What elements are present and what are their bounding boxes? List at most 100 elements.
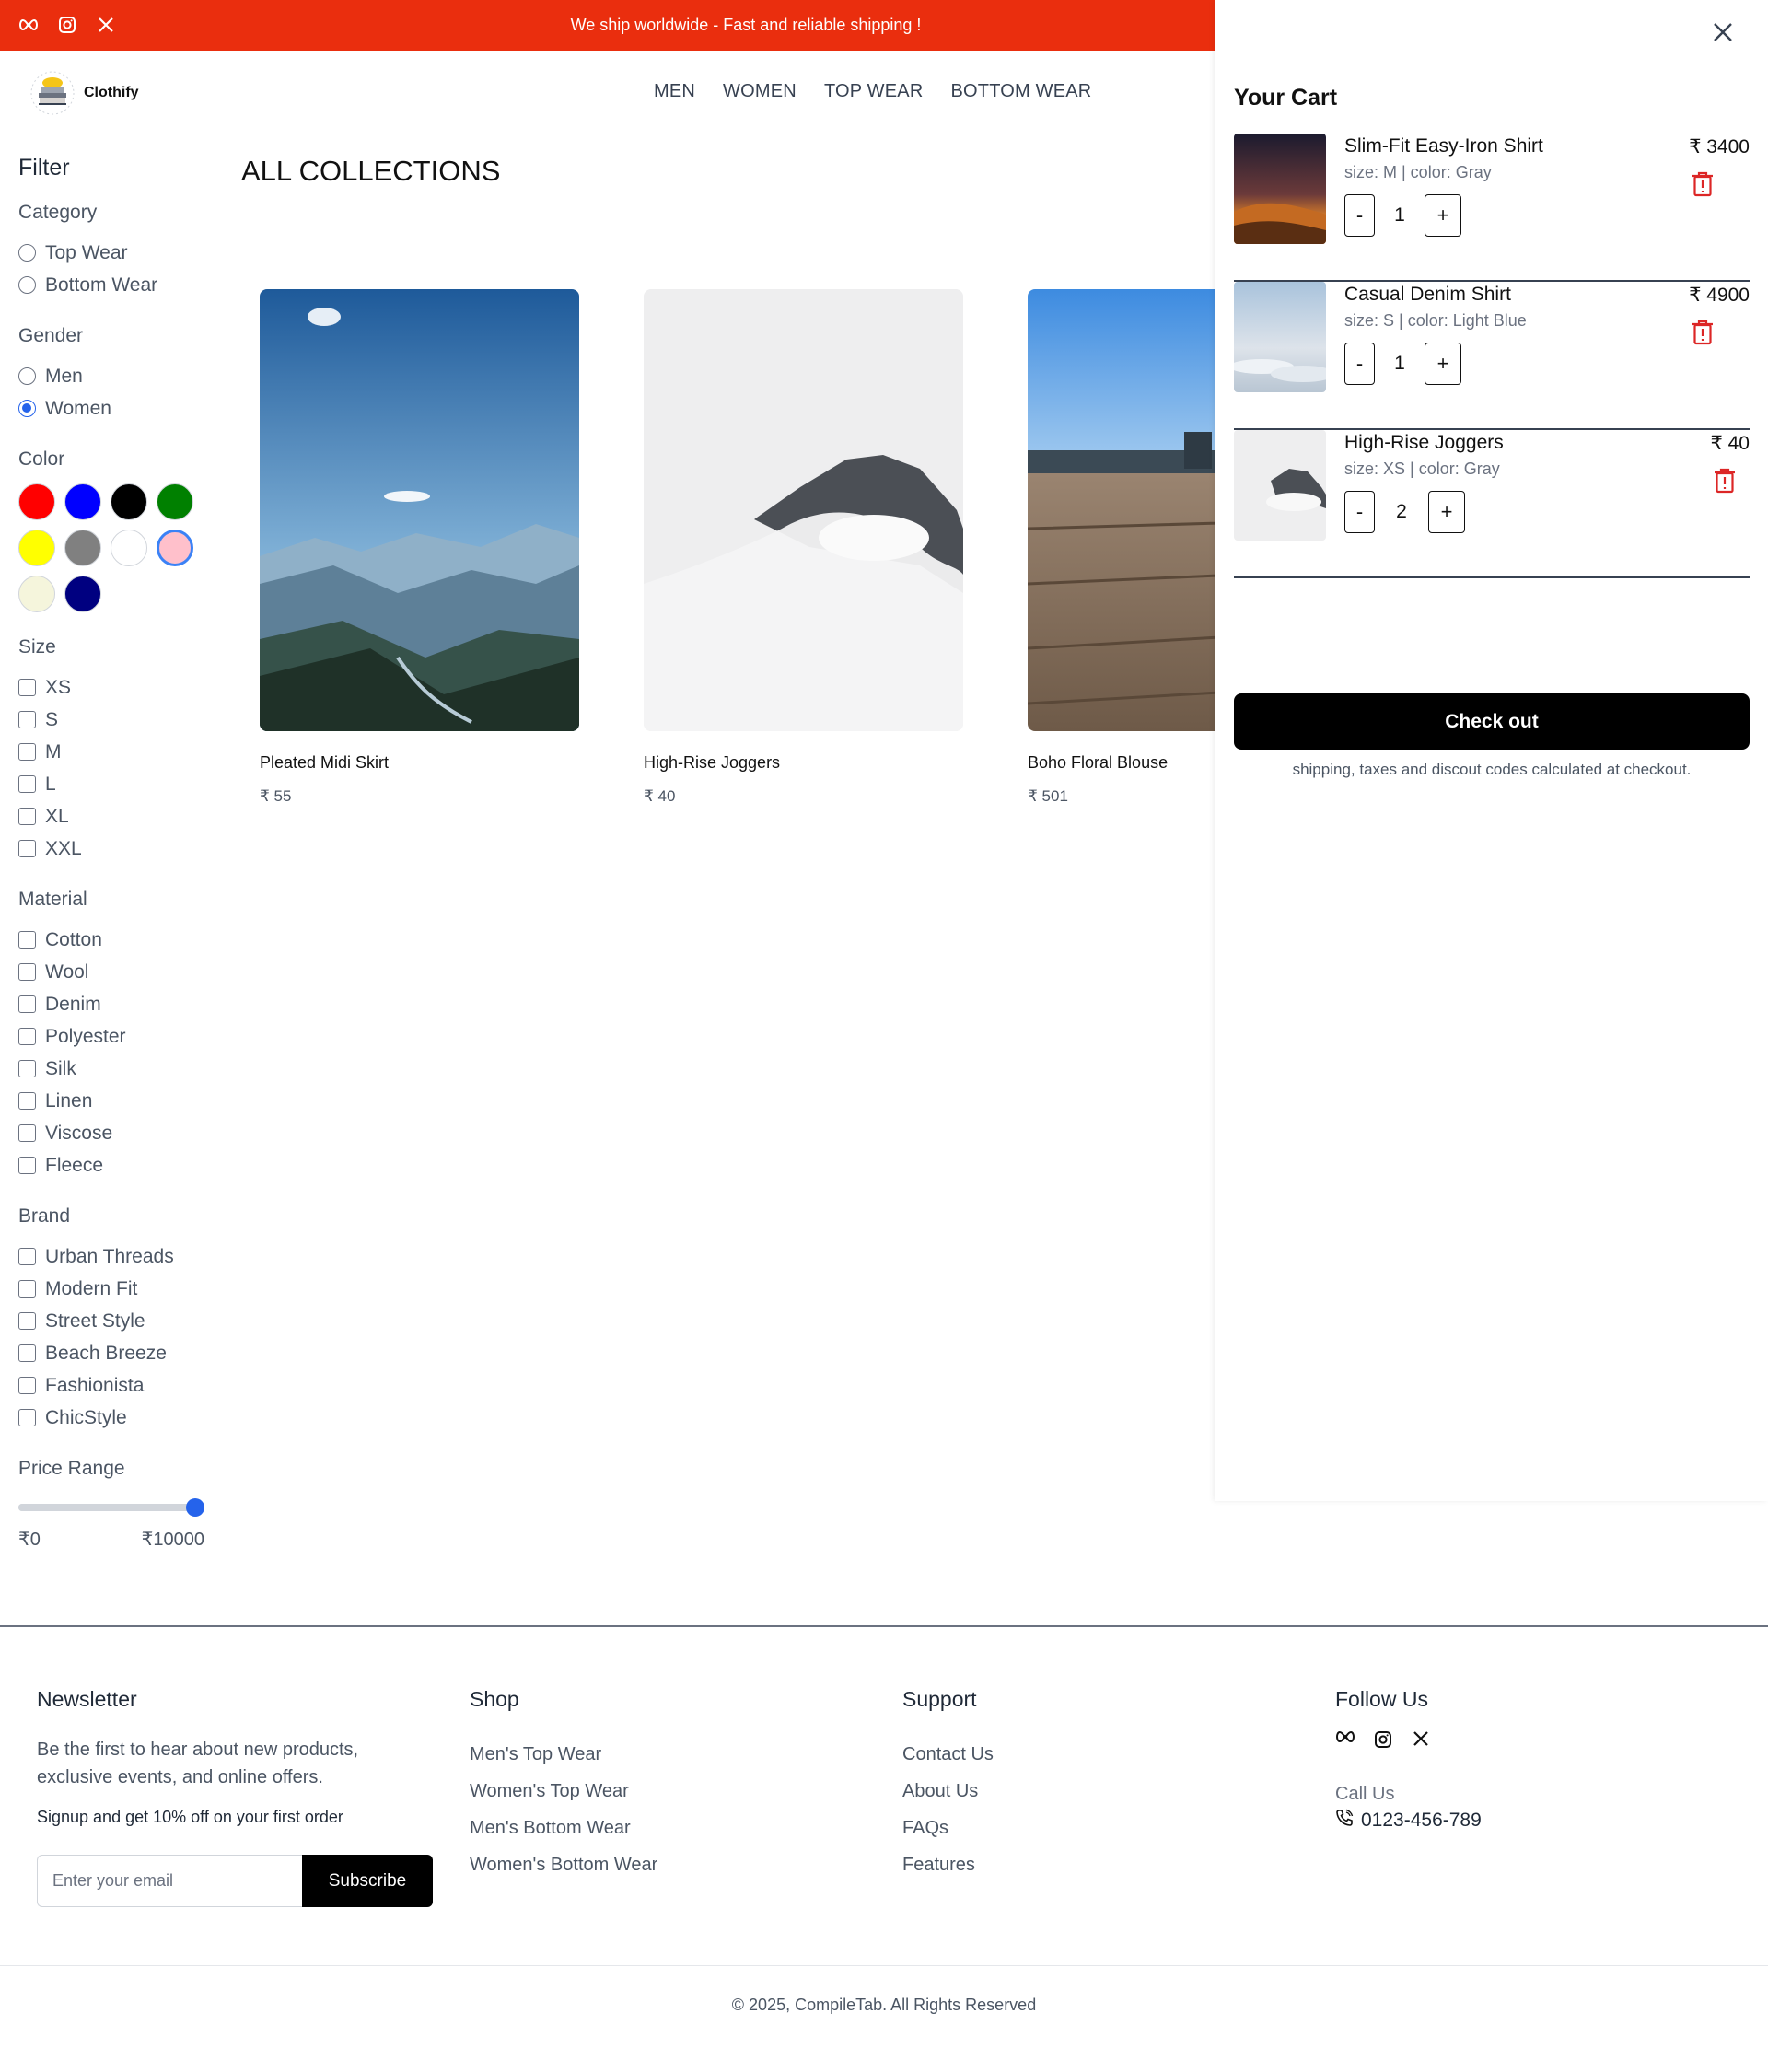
checkbox[interactable] [18, 1409, 36, 1426]
category-option-bottom-wear[interactable]: Bottom Wear [18, 269, 221, 301]
trash-icon[interactable] [1713, 468, 1737, 494]
price-range-slider[interactable] [18, 1498, 204, 1517]
checkbox[interactable] [18, 963, 36, 981]
material-option[interactable]: Fleece [18, 1149, 221, 1182]
brand-option[interactable]: Beach Breeze [18, 1337, 221, 1369]
price-range-thumb[interactable] [186, 1498, 204, 1517]
brand-option[interactable]: Modern Fit [18, 1273, 221, 1305]
color-swatch[interactable] [157, 483, 193, 520]
radio-button-checked[interactable] [18, 400, 36, 417]
material-option[interactable]: Polyester [18, 1020, 221, 1053]
color-swatch[interactable] [64, 483, 101, 520]
checkbox[interactable] [18, 1280, 36, 1298]
checkbox[interactable] [18, 775, 36, 793]
material-option[interactable]: Viscose [18, 1117, 221, 1149]
radio-button[interactable] [18, 367, 36, 385]
subscribe-button[interactable]: Subscribe [302, 1855, 433, 1907]
checkbox[interactable] [18, 1092, 36, 1110]
size-option[interactable]: S [18, 704, 221, 736]
material-option[interactable]: Cotton [18, 924, 221, 956]
size-option[interactable]: XS [18, 671, 221, 704]
size-option[interactable]: L [18, 768, 221, 800]
product-name[interactable]: Pleated Midi Skirt [260, 753, 579, 773]
material-option[interactable]: Silk [18, 1053, 221, 1085]
size-option[interactable]: XXL [18, 832, 221, 865]
material-option[interactable]: Wool [18, 956, 221, 988]
color-swatch[interactable] [110, 483, 147, 520]
footer-link[interactable]: Features [902, 1846, 994, 1883]
checkbox[interactable] [18, 808, 36, 825]
increase-quantity-button[interactable]: + [1425, 343, 1461, 385]
decrease-quantity-button[interactable]: - [1344, 343, 1375, 385]
color-swatch[interactable] [64, 530, 101, 566]
footer-link[interactable]: Men's Top Wear [470, 1736, 657, 1773]
radio-button[interactable] [18, 244, 36, 262]
checkbox[interactable] [18, 840, 36, 857]
email-input[interactable] [37, 1855, 302, 1907]
brand-option[interactable]: ChicStyle [18, 1402, 221, 1434]
increase-quantity-button[interactable]: + [1428, 491, 1465, 533]
nav-top-wear[interactable]: TOP WEAR [824, 81, 924, 102]
footer-link[interactable]: Men's Bottom Wear [470, 1810, 657, 1846]
product-card[interactable]: Pleated Midi Skirt ₹ 55 [260, 289, 579, 806]
color-swatch[interactable] [110, 530, 147, 566]
nav-bottom-wear[interactable]: BOTTOM WEAR [951, 81, 1092, 102]
color-swatch[interactable] [64, 576, 101, 612]
instagram-icon[interactable] [1374, 1730, 1394, 1751]
phone-number[interactable]: 0123-456-789 [1335, 1809, 1482, 1833]
checkbox[interactable] [18, 931, 36, 949]
product-card[interactable]: High-Rise Joggers ₹ 40 [644, 289, 963, 806]
site-logo[interactable]: Clothify [28, 67, 139, 118]
footer-link[interactable]: Contact Us [902, 1736, 994, 1773]
misty-peak-photo[interactable] [644, 289, 963, 731]
mountain-valley-photo[interactable] [260, 289, 579, 731]
checkbox[interactable] [18, 1157, 36, 1174]
gender-option-men[interactable]: Men [18, 360, 221, 392]
color-swatch[interactable] [18, 576, 55, 612]
decrease-quantity-button[interactable]: - [1344, 491, 1375, 533]
trash-icon[interactable] [1691, 171, 1715, 197]
footer-link[interactable]: Women's Top Wear [470, 1773, 657, 1810]
gender-option-women[interactable]: Women [18, 392, 221, 425]
nav-men[interactable]: MEN [654, 81, 695, 102]
size-option[interactable]: M [18, 736, 221, 768]
checkout-button[interactable]: Check out [1234, 693, 1750, 750]
checkbox[interactable] [18, 679, 36, 696]
checkbox[interactable] [18, 1060, 36, 1077]
checkbox[interactable] [18, 1344, 36, 1362]
category-option-top-wear[interactable]: Top Wear [18, 237, 221, 269]
material-option[interactable]: Denim [18, 988, 221, 1020]
color-swatch[interactable] [18, 530, 55, 566]
checkbox[interactable] [18, 1248, 36, 1265]
footer-link[interactable]: About Us [902, 1773, 994, 1810]
checkbox[interactable] [18, 1312, 36, 1330]
meta-icon[interactable] [1335, 1730, 1355, 1751]
close-icon[interactable] [1711, 20, 1735, 44]
increase-quantity-button[interactable]: + [1425, 194, 1461, 237]
material-option[interactable]: Linen [18, 1085, 221, 1117]
size-option[interactable]: XL [18, 800, 221, 832]
checkbox[interactable] [18, 1124, 36, 1142]
cart-item-name: Slim-Fit Easy-Iron Shirt [1344, 135, 1543, 157]
product-name[interactable]: High-Rise Joggers [644, 753, 963, 773]
checkbox[interactable] [18, 995, 36, 1013]
decrease-quantity-button[interactable]: - [1344, 194, 1375, 237]
checkbox[interactable] [18, 1028, 36, 1045]
checkbox[interactable] [18, 743, 36, 761]
radio-button[interactable] [18, 276, 36, 294]
brand-option[interactable]: Street Style [18, 1305, 221, 1337]
trash-icon[interactable] [1691, 320, 1715, 345]
product-card[interactable]: Boho Floral Blouse ₹ 501 [1028, 289, 1216, 806]
footer-link[interactable]: Women's Bottom Wear [470, 1846, 657, 1883]
checkbox[interactable] [18, 1377, 36, 1394]
color-swatch[interactable] [18, 483, 55, 520]
x-icon[interactable] [1413, 1730, 1433, 1751]
footer-link[interactable]: FAQs [902, 1810, 994, 1846]
checkbox[interactable] [18, 711, 36, 728]
wooden-dock-photo[interactable] [1028, 289, 1216, 731]
nav-women[interactable]: WOMEN [723, 81, 797, 102]
product-name[interactable]: Boho Floral Blouse [1028, 753, 1216, 773]
brand-option[interactable]: Fashionista [18, 1369, 221, 1402]
brand-option[interactable]: Urban Threads [18, 1240, 221, 1273]
color-swatch[interactable] [157, 530, 193, 566]
